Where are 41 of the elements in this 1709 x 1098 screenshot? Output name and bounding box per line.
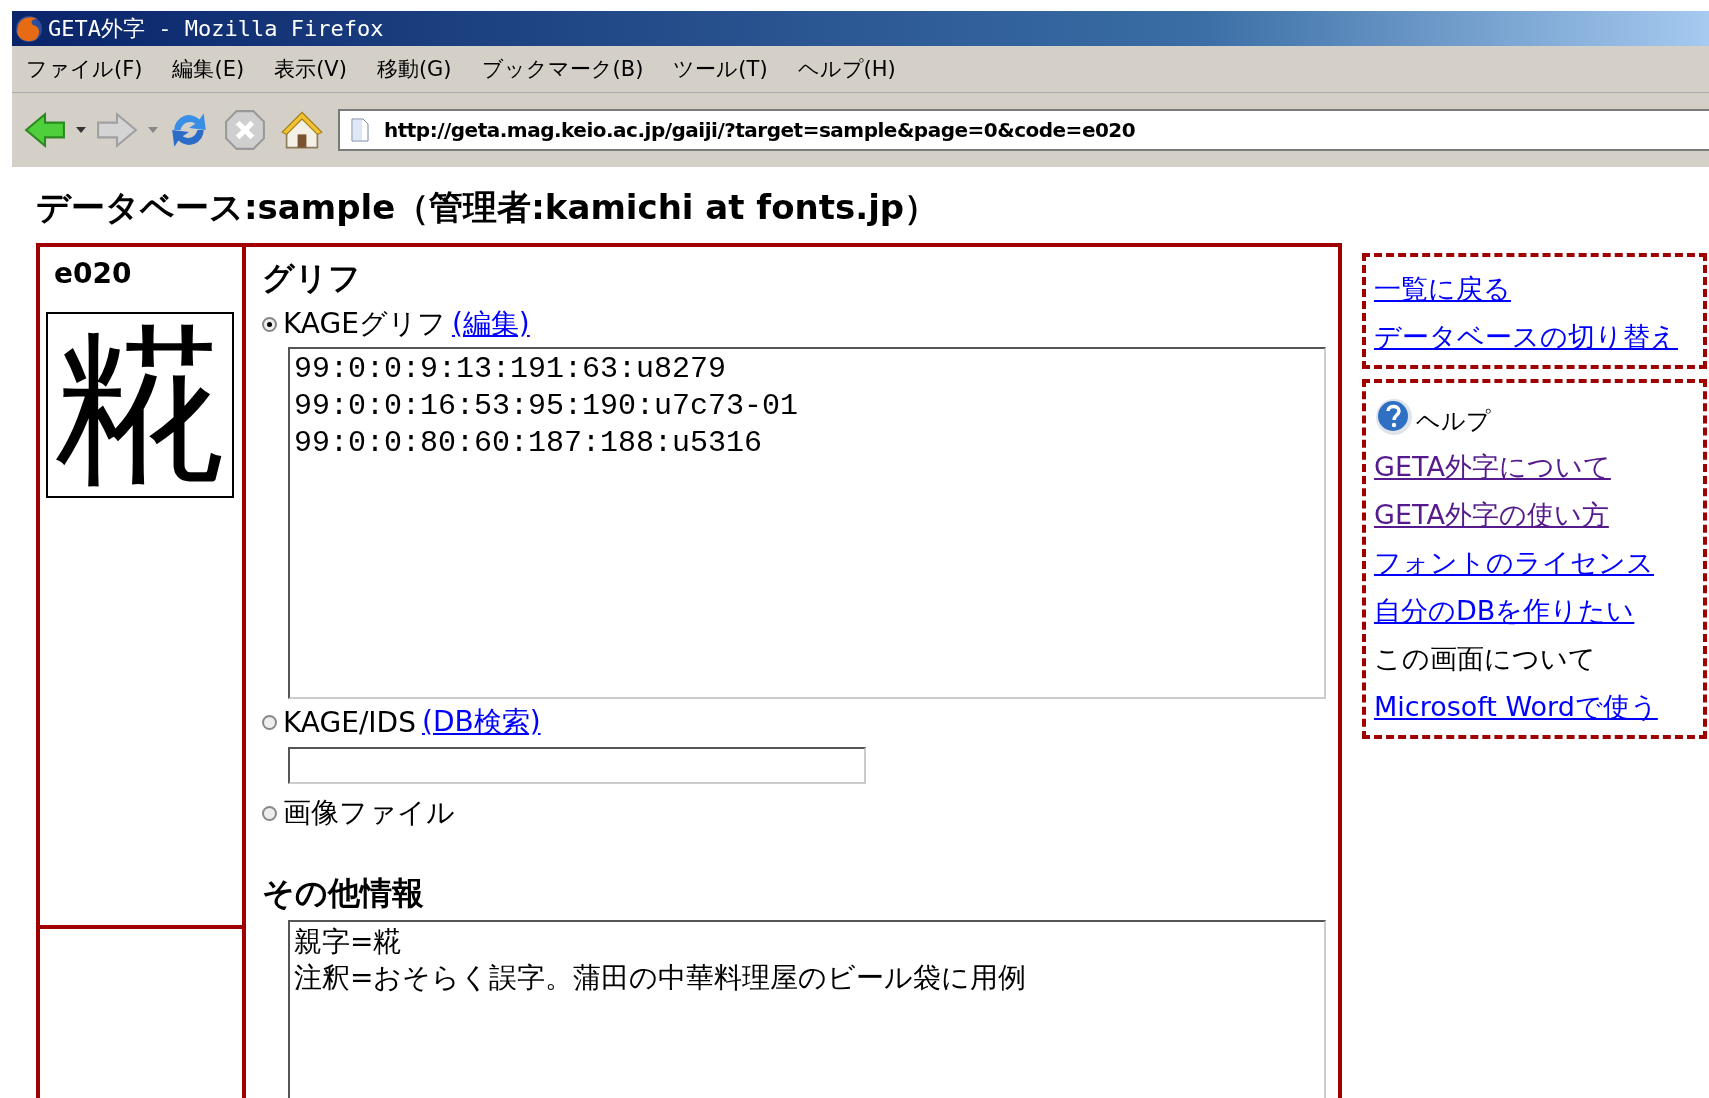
section-heading: グリフ	[262, 258, 362, 299]
address-field[interactable]: http://geta.mag.keio.ac.jp/gaiji/?target=sample&page=0&code=e020	[338, 109, 1709, 151]
help-link[interactable]: Microsoft Wordで使う	[1374, 689, 1697, 725]
stop-icon[interactable]	[224, 109, 266, 151]
help-link[interactable]: GETA外字について	[1374, 449, 1697, 485]
ids-input-field[interactable]	[288, 747, 866, 784]
menu-item[interactable]: ヘルプ(H)	[797, 55, 896, 83]
radio-button[interactable]	[262, 316, 277, 332]
help-link[interactable]: 自分のDBを作りたい	[1374, 593, 1697, 629]
radio-button[interactable]	[262, 714, 277, 730]
edit-link[interactable]: (編集)	[451, 305, 530, 343]
browser-logo-icon	[14, 13, 44, 44]
page-icon	[350, 118, 370, 142]
help-link[interactable]: フォントのライセンス	[1374, 545, 1697, 581]
page-heading: データベース:sample（管理者:kamichi at fonts.jp）	[36, 186, 940, 229]
window-title: GETA外字 - Mozilla Firefox	[48, 14, 384, 43]
help-icon	[1374, 397, 1414, 437]
nav-link[interactable]: 一覧に戻る	[1374, 271, 1697, 307]
option-label: KAGE/IDS	[283, 705, 416, 739]
glyph-preview: 糀	[46, 312, 234, 498]
edit-link[interactable]: (DB検索)	[421, 703, 541, 741]
section-heading: その他情報	[262, 873, 425, 914]
forward-arrow-icon[interactable]	[96, 112, 138, 148]
dropdown-icon[interactable]	[76, 127, 86, 133]
nav-link[interactable]: データベースの切り替え	[1374, 319, 1697, 355]
menu-item[interactable]: ブックマーク(B)	[481, 55, 644, 83]
option-label: 画像ファイル	[283, 795, 455, 831]
glyph-data-area[interactable]: 99:0:0:9:13:191:63:u8279 99:0:0:16:53:95:190:u7c73-01 99:0:0:80:60:187:188:u5316	[288, 347, 1326, 699]
radio-button[interactable]	[262, 805, 277, 821]
help-heading: ヘルプ	[1416, 406, 1491, 437]
menu-item[interactable]: 移動(G)	[376, 55, 452, 83]
menu-item[interactable]: 表示(V)	[274, 55, 347, 83]
option-label: KAGEグリフ	[283, 306, 446, 342]
menu-item[interactable]: 編集(E)	[172, 55, 245, 83]
glyph-code: e020	[54, 257, 133, 290]
back-arrow-icon[interactable]	[24, 112, 66, 148]
menu-item[interactable]: ファイル(F)	[26, 55, 143, 83]
menu-item[interactable]: ツール(T)	[673, 55, 768, 83]
help-text: この画面について	[1374, 642, 1597, 676]
help-link[interactable]: GETA外字の使い方	[1374, 497, 1697, 533]
info-area[interactable]: 親字=糀 注釈=おそらく誤字。蒲田の中華料理屋のビール袋に用例	[288, 920, 1326, 1098]
